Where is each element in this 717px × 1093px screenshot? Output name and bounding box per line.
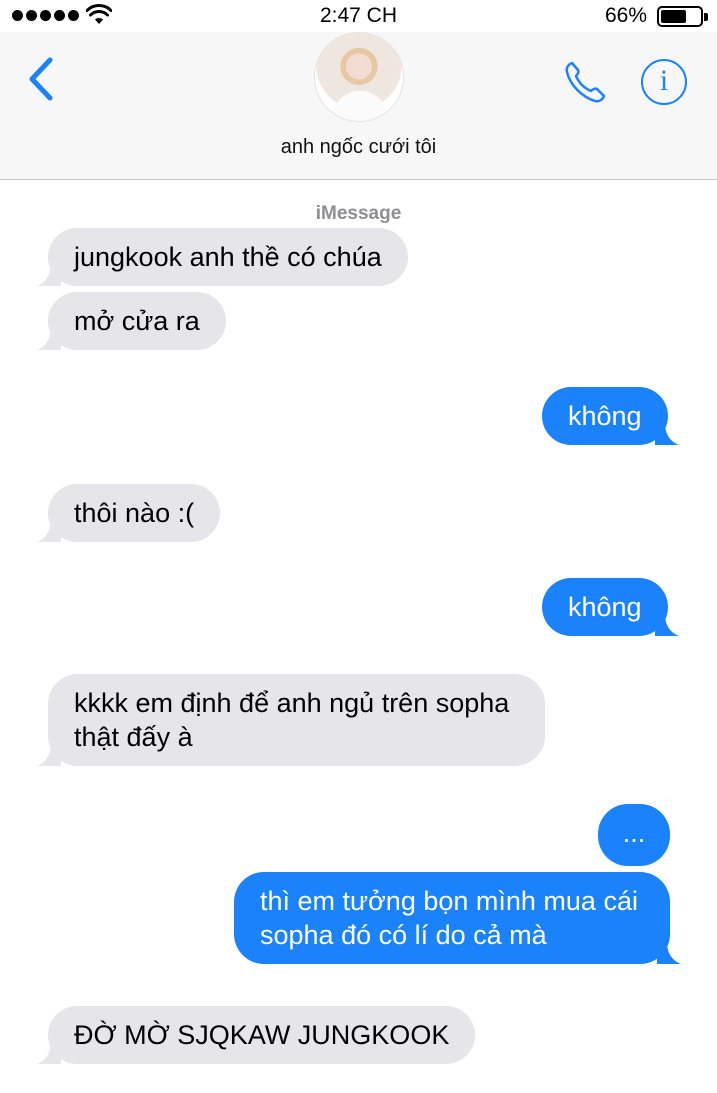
message-text: ĐỜ MỜ SJQKAW JUNGKOOK [74,1020,450,1050]
message-text: jungkook anh thề có chúa [74,242,382,272]
contact-avatar[interactable] [314,32,404,122]
phone-icon[interactable] [562,58,610,106]
message-text-line: kkkk em định để anh ngủ trên sopha [74,688,510,718]
message-text: thôi nào :( [74,498,195,528]
message-bubble-received[interactable]: jungkook anh thề có chúa [37,228,408,286]
message-bubble-sent[interactable]: thì em tưởng bọn mình mua cái sopha đó c… [234,872,681,964]
battery-percentage: 66% [604,4,647,27]
message-bubble-sent[interactable]: không [542,387,679,445]
message-text-line: sopha đó có lí do cả mà [260,920,547,950]
message-bubble-sent[interactable]: không [542,578,679,636]
status-bar: 2:47 CH 66% [0,0,717,32]
message-text: ... [622,818,646,848]
contact-name[interactable]: anh ngốc cưới tôi [0,136,717,159]
message-bubble-received[interactable]: ĐỜ MỜ SJQKAW JUNGKOOK [37,1006,476,1064]
message-bubble-received[interactable]: kkkk em định để anh ngủ trên sopha thật … [37,674,545,766]
message-text: không [568,592,642,622]
message-bubble-received[interactable]: mở cửa ra [37,292,226,350]
message-text: mở cửa ra [74,306,200,336]
battery-level [661,10,686,23]
message-bubble-received[interactable]: thôi nào :( [37,484,221,542]
message-text-line: thì em tưởng bọn mình mua cái [260,886,638,916]
message-text: không [568,401,642,431]
message-bubble-sent[interactable]: ... [598,804,670,866]
info-icon[interactable]: i [641,59,687,105]
conversation-header: anh ngốc cưới tôi i [0,32,717,180]
message-text-line: thật đấy à [74,722,193,752]
service-label: iMessage [315,203,402,224]
back-chevron-icon[interactable] [24,54,60,104]
battery-icon [657,6,708,27]
